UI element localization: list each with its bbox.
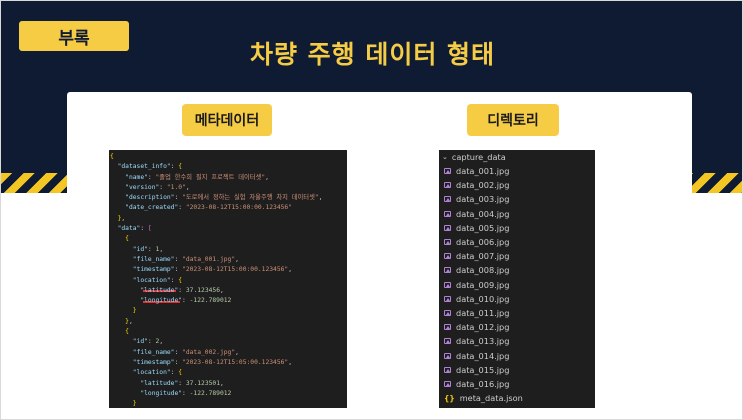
code-line: },	[117, 214, 126, 222]
file-list: data_001.jpg data_002.jpg data_003.jpgdata…	[439, 164, 595, 391]
code-line: "file_name": "data_002.jpg",	[132, 348, 239, 356]
slide-title: 차량 주행 데이터 형태	[249, 40, 496, 69]
image-file-icon	[444, 295, 451, 302]
file-name: data_013.jpg	[456, 336, 510, 347]
file-item[interactable]: data_012.jpg	[439, 320, 595, 334]
file-item[interactable]: data_007.jpg	[439, 249, 595, 263]
code-line: "description": "도로에서 정하는 실험 자율주행 차지 데이터셋…	[125, 194, 323, 202]
image-file-icon	[444, 352, 451, 359]
code-line: "data": [	[117, 225, 152, 233]
file-item[interactable]: data_006.jpg	[439, 235, 595, 249]
file-name: data_011.jpg	[456, 307, 510, 318]
image-file-icon	[444, 253, 451, 260]
file-item[interactable]: data_004.jpg	[439, 207, 595, 221]
file-name: data_002.jpg	[456, 180, 510, 191]
file-explorer: ⌄ capture_data data_001.jpg data_002.jpg d…	[439, 150, 595, 408]
code-line: "timestamp": "2023-08-12T15:05:00.123456…	[132, 358, 292, 366]
file-name: data_001.jpg	[456, 166, 510, 177]
image-file-icon	[444, 196, 451, 203]
content-card: 메타데이터 디렉토리 { "dataset_info": { "name": "…	[67, 92, 692, 417]
hazard-stripes-left	[1, 173, 71, 193]
image-file-icon	[444, 338, 451, 345]
file-item[interactable]: data_005.jpg	[439, 221, 595, 235]
code-line: }	[132, 400, 137, 408]
file-item[interactable]: data_010.jpg	[439, 292, 595, 306]
file-item[interactable]: data_001.jpg	[439, 164, 595, 178]
image-file-icon	[444, 281, 451, 288]
file-name: meta_data.json	[459, 393, 523, 404]
file-name: data_016.jpg	[456, 378, 510, 389]
code-line: "name": "졸업 한수희 필지 프로젝트 데이터셋",	[125, 173, 269, 181]
image-file-icon	[444, 224, 451, 231]
image-file-icon	[444, 324, 451, 331]
slide: 부록 차량 주행 데이터 형태 메타데이터 디렉토리 { "dataset_in…	[0, 0, 743, 420]
file-item[interactable]: data_014.jpg	[439, 348, 595, 362]
image-file-icon	[444, 309, 451, 316]
file-item[interactable]: data_008.jpg	[439, 263, 595, 277]
code-line: "file_name": "data_001.jpg",	[132, 255, 239, 263]
file-item[interactable]: data_003.jpg	[439, 192, 595, 206]
file-name: data_012.jpg	[456, 322, 510, 333]
json-code-editor: { "dataset_info": { "name": "졸업 한수희 필지 프…	[109, 150, 347, 408]
file-name: data_007.jpg	[456, 251, 510, 262]
image-file-icon	[444, 210, 451, 217]
file-name: data_003.jpg	[456, 194, 510, 205]
file-name: data_009.jpg	[456, 279, 510, 290]
folder-label: capture_data	[451, 152, 506, 162]
file-item[interactable]: data_002.jpg	[439, 178, 595, 192]
code-line: "longitude": -122.789012	[140, 389, 232, 397]
image-file-icon	[444, 182, 451, 189]
directory-label: 디렉토리	[467, 104, 559, 136]
file-item-json[interactable]: {} meta_data.json	[439, 391, 595, 405]
folder-capture-data[interactable]: ⌄ capture_data	[439, 150, 595, 164]
code-line: "timestamp": "2023-08-12T15:00:00.123456…	[132, 266, 292, 274]
file-name: data_014.jpg	[456, 350, 510, 361]
file-name: data_015.jpg	[456, 364, 510, 375]
file-item[interactable]: data_009.jpg	[439, 278, 595, 292]
image-file-icon	[444, 267, 451, 274]
code-line: {	[110, 153, 114, 160]
code-line: {	[125, 328, 129, 336]
file-name: data_008.jpg	[456, 265, 510, 276]
code-line: "dataset_info": {	[117, 163, 183, 171]
image-file-icon	[444, 380, 451, 387]
code-line: "location": {	[132, 276, 183, 284]
code-line: "longitude": -122.789012	[140, 297, 232, 305]
file-name: data_006.jpg	[456, 237, 510, 248]
code-line: {	[125, 235, 129, 243]
code-line: },	[125, 317, 133, 325]
code-line: "id": 1,	[132, 245, 164, 253]
chevron-down-icon: ⌄	[442, 153, 448, 161]
file-name: data_004.jpg	[456, 208, 510, 219]
code-line: "date_created": "2023-08-12T15:00:00.123…	[125, 204, 292, 212]
file-item[interactable]: data_016.jpg	[439, 377, 595, 391]
json-file-icon: {}	[444, 393, 455, 403]
code-line: }	[132, 307, 137, 315]
file-item[interactable]: data_015.jpg	[439, 363, 595, 377]
file-item[interactable]: data_013.jpg	[439, 334, 595, 348]
code-line: "id": 2,	[132, 338, 164, 346]
file-item[interactable]: data_011.jpg	[439, 306, 595, 320]
image-file-icon	[444, 366, 451, 373]
code-line: "latitude": 37.123501,	[140, 379, 224, 387]
file-name: data_005.jpg	[456, 222, 510, 233]
image-file-icon	[444, 239, 451, 246]
image-file-icon	[444, 168, 451, 175]
code-line: "location": {	[132, 369, 183, 377]
file-name: data_010.jpg	[456, 293, 510, 304]
metadata-label: 메타데이터	[182, 104, 272, 136]
code-line: "version": "1.0",	[125, 183, 190, 191]
code-line: "latitude": 37.123456,	[140, 286, 224, 294]
